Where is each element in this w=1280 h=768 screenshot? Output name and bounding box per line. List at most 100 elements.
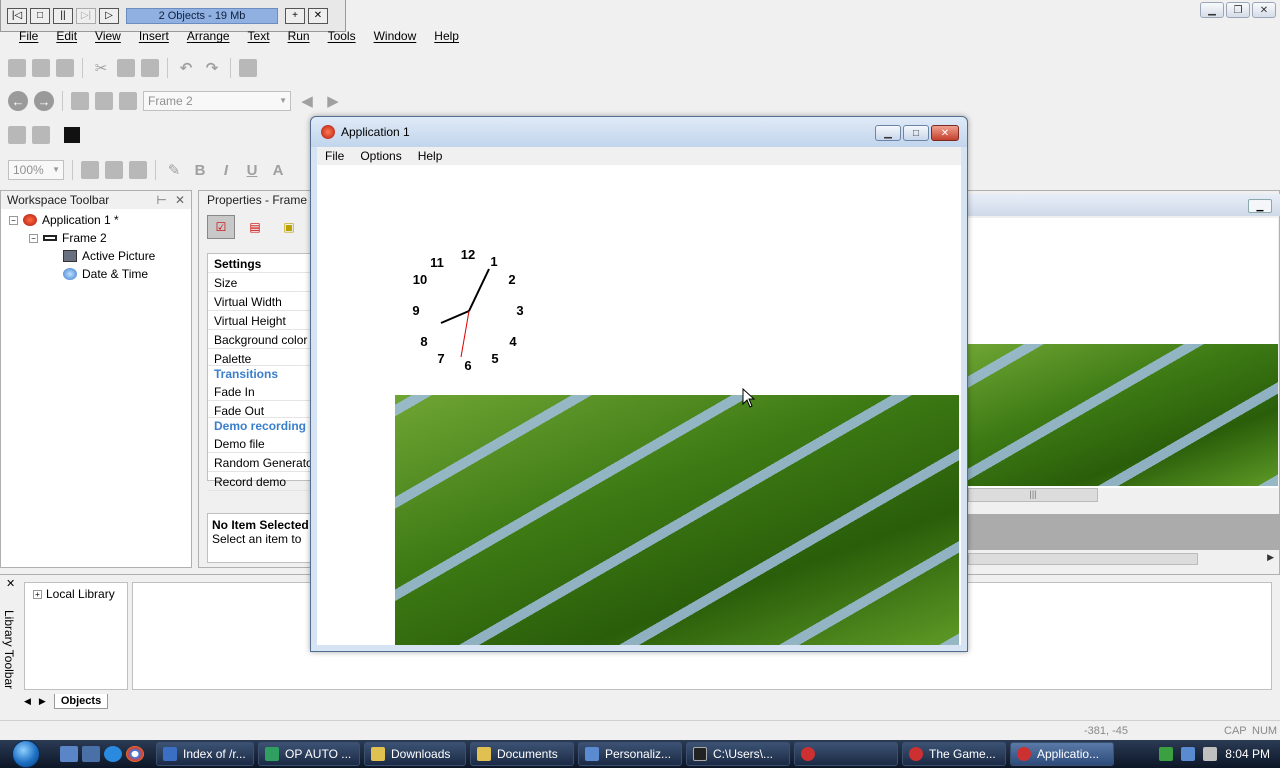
app-menu-file[interactable]: File	[317, 149, 352, 163]
property-record-demo[interactable]: Record demo	[208, 472, 310, 491]
switch-windows-icon[interactable]	[82, 746, 100, 762]
event-editor-icon[interactable]	[119, 92, 137, 110]
minimize-button[interactable]: ▁	[1200, 2, 1224, 18]
property-demo-file[interactable]: Demo file	[208, 434, 310, 453]
property-background-color[interactable]: Background color	[208, 330, 310, 349]
task-app-unnamed[interactable]	[794, 742, 898, 766]
internet-explorer-icon[interactable]	[104, 746, 122, 762]
task-index-of[interactable]: Index of /r...	[156, 742, 254, 766]
active-picture-preview[interactable]	[968, 344, 1278, 486]
settings-tab-icon[interactable]: ☑	[207, 215, 235, 239]
app-menu-options[interactable]: Options	[352, 149, 409, 163]
section-demo-recording[interactable]: Demo recording	[208, 418, 310, 434]
scroll-thumb[interactable]	[968, 553, 1198, 565]
task-personalize[interactable]: Personaliz...	[578, 742, 682, 766]
section-transitions[interactable]: Transitions	[208, 366, 310, 382]
close-icon[interactable]: ✕	[175, 193, 185, 207]
show-desktop-icon[interactable]	[60, 746, 78, 762]
close-runtime-button[interactable]: ✕	[308, 7, 328, 24]
align-center-icon[interactable]	[105, 161, 123, 179]
text-color-icon[interactable]: A	[268, 160, 288, 180]
italic-icon[interactable]: I	[216, 160, 236, 180]
minimize-icon[interactable]: ▁	[1248, 199, 1272, 213]
volume-icon[interactable]	[1203, 747, 1218, 761]
property-random-generator[interactable]: Random Generator	[208, 453, 310, 472]
close-button[interactable]: ✕	[1252, 2, 1276, 18]
frame-editor-scrollbar[interactable]: ▶	[968, 552, 1278, 566]
layer-icon[interactable]	[8, 126, 26, 144]
menu-insert[interactable]: Insert	[130, 28, 178, 44]
copy-icon[interactable]	[117, 59, 135, 77]
menu-file[interactable]: File	[10, 28, 47, 44]
bold-icon[interactable]: B	[190, 160, 210, 180]
align-left-icon[interactable]	[81, 161, 99, 179]
menu-text[interactable]: Text	[239, 28, 279, 44]
chrome-icon[interactable]	[126, 746, 144, 762]
app-menu-help[interactable]: Help	[410, 149, 451, 163]
property-size[interactable]: Size	[208, 273, 310, 292]
play-button[interactable]: ▷	[99, 7, 119, 24]
security-icon[interactable]	[1159, 747, 1174, 761]
color-icon[interactable]	[64, 127, 80, 143]
tab-objects[interactable]: Objects	[53, 693, 109, 709]
property-palette[interactable]: Palette	[208, 349, 310, 366]
forward-icon[interactable]: →	[34, 91, 54, 111]
collapse-icon[interactable]: −	[9, 215, 18, 225]
property-virtual-height[interactable]: Virtual Height	[208, 311, 310, 330]
application-titlebar[interactable]: Application 1 ▁ □ ✕	[311, 117, 967, 147]
open-icon[interactable]	[32, 59, 50, 77]
runtime-tab-icon[interactable]: ▤	[241, 215, 269, 239]
start-button[interactable]	[6, 740, 46, 768]
horizontal-scroll-thumb[interactable]: |||	[968, 488, 1098, 502]
menu-run[interactable]: Run	[279, 28, 319, 44]
restart-button[interactable]: |◁	[7, 7, 27, 24]
step-button[interactable]: ▷|	[76, 7, 96, 24]
cut-icon[interactable]: ✂	[91, 58, 111, 78]
menu-help[interactable]: Help	[425, 28, 468, 44]
next-frame-icon[interactable]: ▶	[323, 91, 343, 111]
close-icon[interactable]: ✕	[6, 577, 15, 590]
close-button[interactable]: ✕	[931, 125, 959, 141]
menu-edit[interactable]: Edit	[47, 28, 86, 44]
menu-window[interactable]: Window	[365, 28, 426, 44]
stop-button[interactable]: □	[30, 7, 50, 24]
back-icon[interactable]: ←	[8, 91, 28, 111]
task-op-auto[interactable]: OP AUTO ...	[258, 742, 360, 766]
font-icon[interactable]: ✎	[164, 160, 184, 180]
previous-frame-icon[interactable]: ◀	[297, 91, 317, 111]
task-downloads[interactable]: Downloads	[364, 742, 466, 766]
tree-item-local-library[interactable]: + Local Library	[33, 587, 115, 601]
add-object-button[interactable]: +	[285, 7, 305, 24]
redo-icon[interactable]: ↷	[202, 58, 222, 78]
frame-editor-icon[interactable]	[95, 92, 113, 110]
restore-button[interactable]: ❐	[1226, 2, 1250, 18]
grid-icon[interactable]	[32, 126, 50, 144]
clock-time[interactable]: 8:04 PM	[1225, 747, 1270, 761]
about-tab-icon[interactable]: ▣	[275, 215, 303, 239]
save-icon[interactable]	[56, 59, 74, 77]
tree-item-application[interactable]: − Application 1 *	[9, 213, 119, 227]
comment-icon[interactable]	[239, 59, 257, 77]
collapse-icon[interactable]: −	[29, 233, 38, 243]
tab-right-icon[interactable]: ▶	[39, 696, 46, 707]
tree-item-date-time[interactable]: Date & Time	[63, 267, 148, 281]
scroll-right-icon[interactable]: ▶	[1267, 552, 1274, 563]
task-the-game[interactable]: The Game...	[902, 742, 1006, 766]
property-fade-out[interactable]: Fade Out	[208, 401, 310, 418]
expand-icon[interactable]: +	[33, 589, 42, 599]
storyboard-icon[interactable]	[71, 92, 89, 110]
task-documents[interactable]: Documents	[470, 742, 574, 766]
network-icon[interactable]	[1181, 747, 1196, 761]
menu-arrange[interactable]: Arrange	[178, 28, 239, 44]
minimize-button[interactable]: ▁	[875, 125, 901, 141]
maximize-button[interactable]: □	[903, 125, 929, 141]
task-cmd[interactable]: C:\Users\...	[686, 742, 790, 766]
zoom-select[interactable]: 100% ▼	[8, 160, 64, 180]
pause-button[interactable]: ||	[53, 7, 73, 24]
menu-view[interactable]: View	[86, 28, 130, 44]
pin-icon[interactable]: ⊢	[156, 193, 166, 207]
undo-icon[interactable]: ↶	[176, 58, 196, 78]
align-right-icon[interactable]	[129, 161, 147, 179]
tree-item-active-picture[interactable]: Active Picture	[63, 249, 155, 263]
frame-select[interactable]: Frame 2 ▼	[143, 91, 291, 111]
